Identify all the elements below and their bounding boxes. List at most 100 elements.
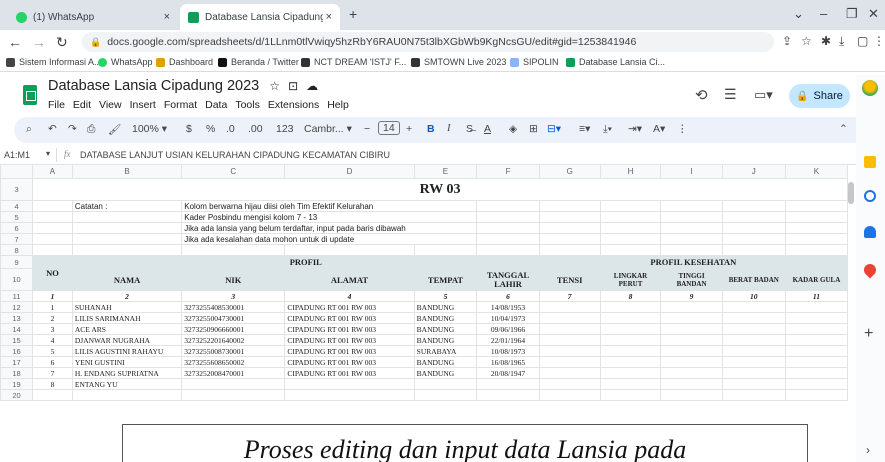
merge-cells-icon[interactable]: ⊟▾ — [547, 123, 561, 135]
header-lingkar-perut[interactable]: LINGKAR PERUT — [599, 268, 662, 291]
collapse-toolbar-icon[interactable]: ⌃ — [839, 123, 848, 135]
row-header[interactable]: 8 — [0, 244, 34, 256]
row-header[interactable]: 16 — [0, 345, 34, 357]
zoom-select[interactable]: 100% ▾ — [132, 123, 167, 135]
tab-database-lansia[interactable]: Database Lansia Cipadung 2023 × — [180, 4, 340, 30]
header-profil[interactable]: PROFIL — [71, 255, 540, 269]
comments-icon[interactable]: ☰ — [724, 86, 737, 103]
bookmark-item[interactable]: Beranda / Twitter — [218, 57, 299, 67]
header-berat-badan[interactable]: BERAT BADAN — [721, 268, 786, 291]
bookmark-item[interactable]: Database Lansia Ci... — [566, 57, 665, 67]
row-header[interactable]: 18 — [0, 367, 34, 379]
row-header[interactable]: 3 — [0, 178, 34, 201]
decrease-decimal-button[interactable]: .0 — [226, 123, 235, 135]
extensions-icon[interactable]: ✱ — [821, 34, 831, 48]
menu-edit[interactable]: Edit — [73, 99, 91, 111]
menu-extensions[interactable]: Extensions — [268, 99, 319, 111]
column-header[interactable]: C — [181, 164, 286, 179]
header-no[interactable]: NO — [32, 255, 73, 291]
column-header[interactable]: G — [538, 164, 601, 179]
cell-nik[interactable]: 3273255608650002 — [181, 356, 286, 368]
menu-file[interactable]: File — [48, 99, 65, 111]
header-tensi[interactable]: TENSI — [538, 268, 601, 291]
row-header[interactable]: 17 — [0, 356, 34, 368]
header-tinggi-badan[interactable]: TINGGI BANDAN — [660, 268, 723, 291]
maps-icon[interactable] — [861, 261, 879, 279]
undo-icon[interactable]: ↶ — [48, 123, 57, 135]
add-addon-icon[interactable]: + — [864, 325, 873, 343]
row-header[interactable]: 7 — [0, 233, 34, 245]
bookmark-item[interactable]: Dashboard — [156, 57, 213, 67]
row-header[interactable]: 5 — [0, 211, 34, 223]
more-tools-icon[interactable]: ⋮ — [677, 123, 688, 135]
column-header[interactable]: I — [660, 164, 723, 179]
rw-title[interactable]: RW 03 — [32, 178, 848, 201]
vertical-scrollbar[interactable] — [848, 182, 854, 204]
cell-alamat[interactable]: CIPADUNG RT 001 RW 003 — [284, 334, 415, 346]
download-icon[interactable]: ⤓ — [839, 34, 844, 49]
row-header[interactable]: 20 — [0, 389, 34, 401]
cell-alamat[interactable]: CIPADUNG RT 001 RW 003 — [284, 356, 415, 368]
column-number[interactable]: 8 — [599, 290, 662, 302]
row-header[interactable]: 14 — [0, 323, 34, 335]
row-header[interactable]: 9 — [0, 255, 34, 269]
column-header[interactable]: K — [784, 164, 848, 179]
cell-no[interactable]: 4 — [32, 334, 73, 346]
cell-tempat[interactable]: BANDUNG — [413, 356, 478, 368]
cell-nik[interactable]: 3273252201640002 — [181, 334, 286, 346]
cell-tanggal-lahir[interactable]: 16/08/1965 — [476, 356, 540, 368]
cell-tanggal-lahir[interactable]: 22/01/1964 — [476, 334, 540, 346]
column-number[interactable]: 3 — [181, 290, 286, 302]
move-folder-icon[interactable]: ⊡ — [288, 79, 298, 93]
close-window-icon[interactable]: ✕ — [868, 6, 879, 22]
currency-button[interactable]: $ — [186, 123, 192, 135]
paint-format-icon[interactable]: 🖌 — [108, 123, 121, 136]
cell-tanggal-lahir[interactable]: 09/06/1966 — [476, 323, 540, 335]
minimize-icon[interactable]: – — [820, 6, 827, 21]
select-all-corner[interactable] — [0, 164, 34, 179]
percent-button[interactable]: % — [206, 123, 215, 135]
cell-tempat[interactable]: BANDUNG — [413, 367, 478, 379]
column-header[interactable]: B — [71, 164, 183, 179]
side-panel-icon[interactable]: ▢ — [857, 34, 868, 48]
keep-icon[interactable] — [864, 156, 876, 168]
share-page-icon[interactable]: ⇪ — [782, 34, 792, 48]
cell-nik[interactable] — [181, 378, 286, 390]
bookmark-star-icon[interactable]: ☆ — [801, 34, 812, 48]
explore-icon[interactable] — [862, 80, 878, 96]
bold-button[interactable]: B — [427, 123, 435, 135]
document-title[interactable]: Database Lansia Cipadung 2023 ☆ ⊡ ☁ — [48, 78, 318, 94]
column-number[interactable]: 4 — [284, 290, 415, 302]
back-icon[interactable]: ← — [8, 34, 22, 50]
expand-panel-icon[interactable]: › — [866, 443, 870, 457]
menu-view[interactable]: View — [99, 99, 122, 111]
font-select[interactable]: Cambr... ▾ — [304, 123, 352, 135]
note-cell[interactable]: Kader Posbindu mengisi kolom 7 - 13 — [181, 211, 478, 223]
cell-tempat[interactable] — [413, 378, 478, 390]
version-history-icon[interactable]: ⟲ — [695, 86, 708, 104]
row-header[interactable]: 19 — [0, 378, 34, 390]
forward-icon[interactable]: → — [32, 34, 46, 50]
column-header[interactable]: E — [413, 164, 478, 179]
tasks-icon[interactable] — [864, 190, 876, 202]
cell-tanggal-lahir[interactable]: 20/08/1947 — [476, 367, 540, 379]
cell-tempat[interactable]: BANDUNG — [413, 323, 478, 335]
italic-button[interactable]: I — [447, 123, 451, 134]
cell-nama[interactable]: ACE ARS — [71, 323, 183, 335]
bookmark-item[interactable]: NCT DREAM 'ISTJ' F... — [301, 57, 406, 67]
tab-search-icon[interactable]: ⌄ — [793, 6, 804, 22]
column-header[interactable]: J — [721, 164, 786, 179]
tab-whatsapp[interactable]: (1) WhatsApp × — [8, 4, 178, 30]
bookmark-item[interactable]: SIPOLIN — [510, 57, 559, 67]
cell-nik[interactable]: 3273250906660001 — [181, 323, 286, 335]
cell-tanggal-lahir[interactable]: 14/08/1953 — [476, 301, 540, 313]
close-tab-icon[interactable]: × — [164, 11, 170, 23]
cell-tanggal-lahir[interactable] — [476, 378, 540, 390]
cell-alamat[interactable]: CIPADUNG RT 001 RW 003 — [284, 301, 415, 313]
cell-tanggal-lahir[interactable]: 10/04/1973 — [476, 312, 540, 324]
column-number[interactable]: 7 — [538, 290, 601, 302]
note-cell[interactable]: Kolom berwarna hijau diisi oleh Tim Efek… — [181, 200, 478, 212]
cell-tempat[interactable]: BANDUNG — [413, 301, 478, 313]
menu-tools[interactable]: Tools — [235, 99, 260, 111]
row-header[interactable]: 12 — [0, 301, 34, 313]
